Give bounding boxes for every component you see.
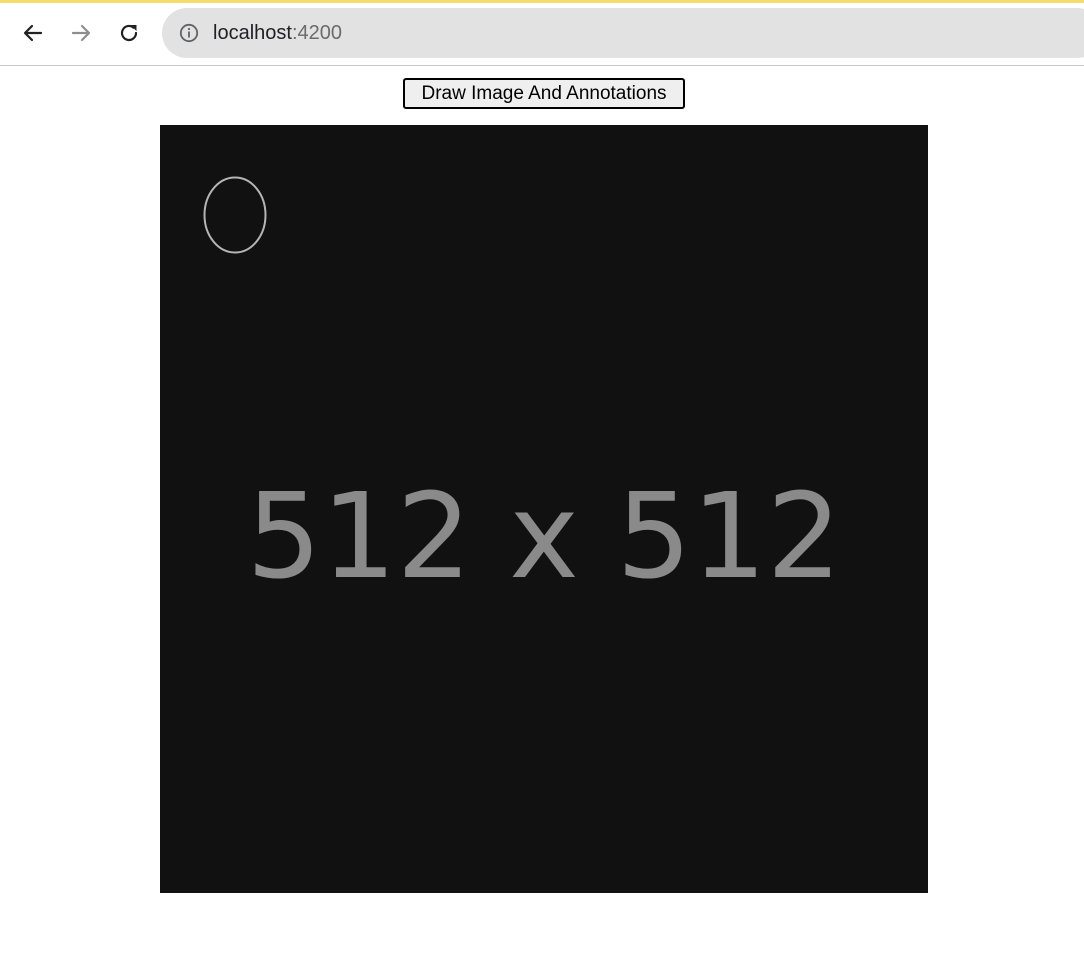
info-circle-icon[interactable] (179, 23, 199, 43)
url-host: localhost (213, 22, 292, 44)
reload-icon (120, 24, 138, 42)
arrow-left-icon (23, 24, 43, 42)
address-bar[interactable]: localhost:4200 (162, 8, 1084, 58)
canvas-svg: 512 x 512 (160, 125, 928, 893)
back-button[interactable] (16, 16, 50, 50)
image-canvas[interactable]: 512 x 512 (160, 125, 928, 893)
draw-image-and-annotations-button[interactable]: Draw Image And Annotations (403, 78, 685, 109)
page-content: Draw Image And Annotations 512 x 512 (0, 66, 1084, 969)
address-url[interactable]: localhost:4200 (213, 21, 342, 45)
arrow-right-icon (71, 24, 91, 42)
placeholder-dimension-text: 512 x 512 (246, 467, 841, 605)
browser-toolbar: localhost:4200 (0, 3, 1084, 66)
forward-button[interactable] (64, 16, 98, 50)
url-port: :4200 (291, 22, 342, 44)
reload-button[interactable] (112, 16, 146, 50)
